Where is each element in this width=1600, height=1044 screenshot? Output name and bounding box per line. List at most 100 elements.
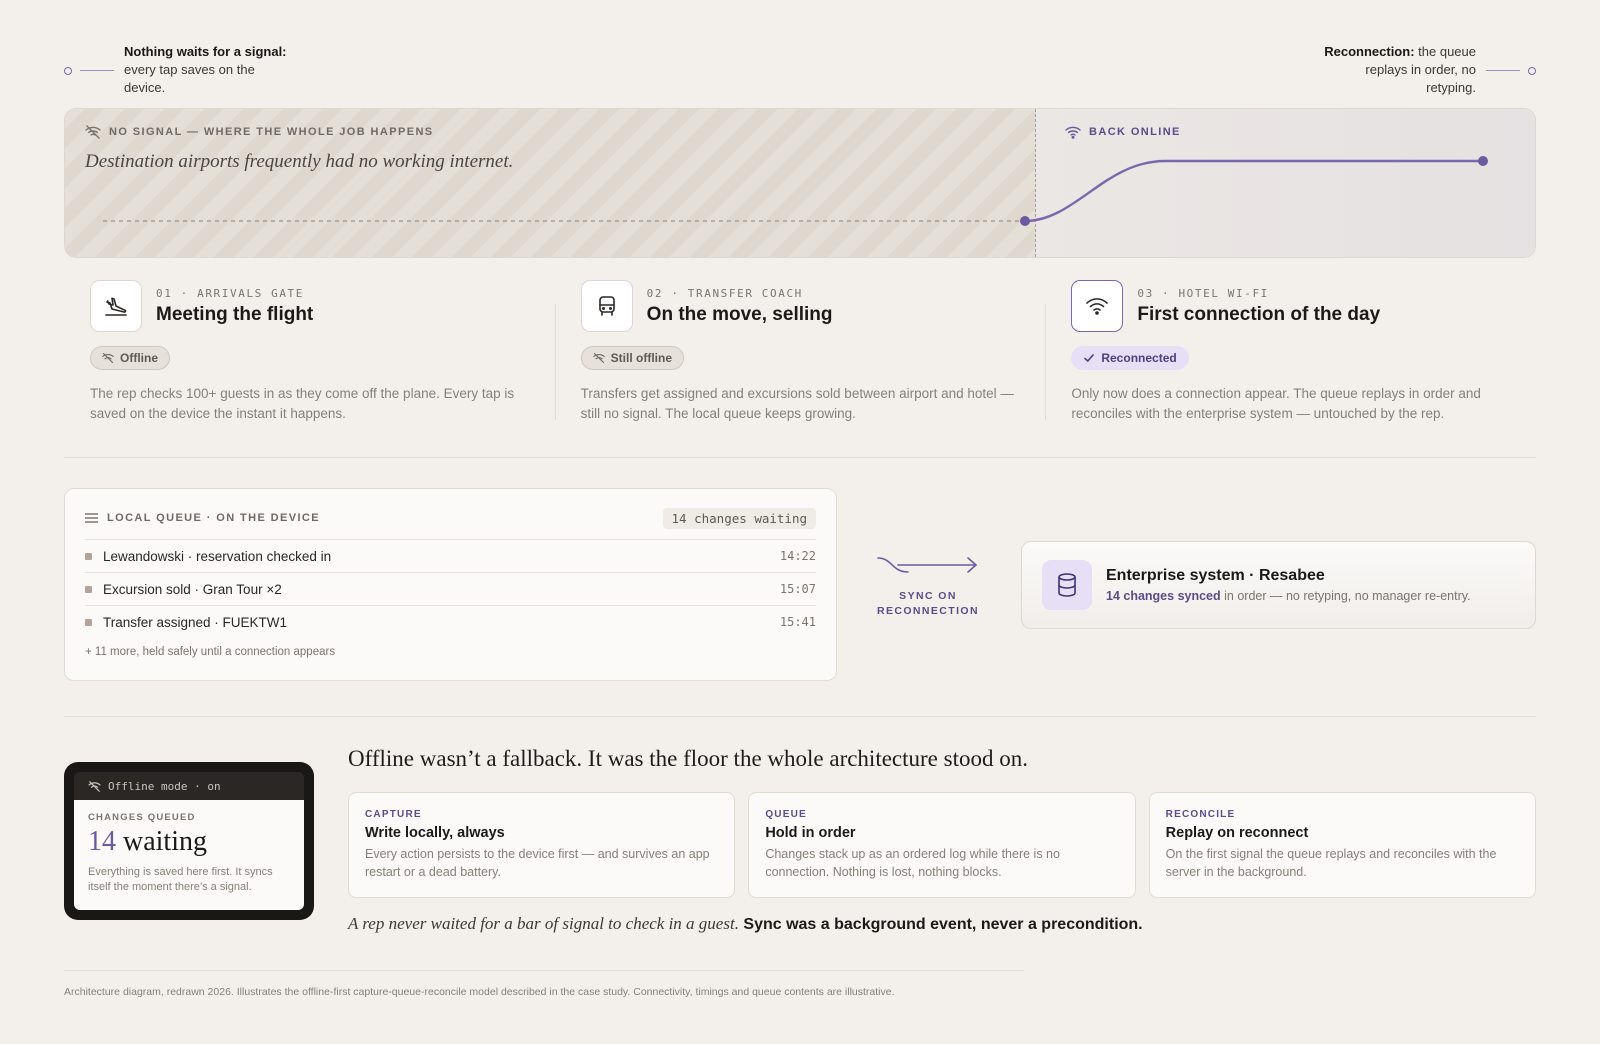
principle-card-queue: QUEUE Hold in order Changes stack up as … (748, 792, 1136, 898)
synced-count: 14 changes synced (1106, 589, 1221, 603)
check-icon (1084, 354, 1095, 362)
waiting-count: 14 waiting (88, 825, 290, 859)
annotation-dot (64, 67, 72, 75)
queue-more-note: + 11 more, held safely until a connectio… (85, 646, 336, 658)
no-signal-icon (592, 352, 605, 364)
stage-title: On the move, selling (646, 303, 833, 325)
list-item: Transfer assigned · FUEKTW1 15:41 (85, 605, 816, 638)
annotation-offline: Nothing waits for a signal: every tap sa… (64, 43, 294, 97)
queue-item-marker (85, 585, 92, 593)
online-end-point (1478, 156, 1488, 166)
principle-cards: CAPTURE Write locally, always Every acti… (348, 792, 1536, 898)
device-screen: CHANGES QUEUED 14 waiting Everything is … (74, 800, 304, 910)
device-mockup: Offline mode · on CHANGES QUEUED 14 wait… (64, 762, 314, 920)
stage-description: Transfers get assigned and excursions so… (580, 386, 1014, 421)
connectivity-timeline: NO SIGNAL — WHERE THE WHOLE JOB HAPPENS … (64, 108, 1536, 258)
database-icon (1042, 560, 1092, 610)
annotation-text: Reconnection: the queue replays in order… (1316, 43, 1476, 97)
queue-item-time: 14:22 (779, 549, 816, 563)
annotation-bold: Nothing waits for a signal: (124, 44, 287, 59)
journey-stages: 01 · ARRIVALS GATE Meeting the flight Of… (64, 280, 1536, 430)
enterprise-system-card: Enterprise system · Resabee 14 changes s… (1021, 541, 1536, 629)
no-signal-icon (102, 352, 114, 364)
wifi-icon (1071, 280, 1124, 332)
device-note: Everything is saved here first. It syncs… (88, 866, 273, 893)
queue-item-marker (85, 552, 92, 560)
waiting-word: waiting (116, 826, 207, 857)
annotation-body: every tap saves on the device. (124, 62, 255, 95)
queue-item-marker (85, 618, 92, 626)
sync-connector: SYNC ON RECONNECTION (868, 553, 988, 619)
card-kicker: QUEUE (765, 809, 807, 820)
tagline: A rep never waited for a bar of signal t… (348, 914, 1143, 934)
list-item: Excursion sold · Gran Tour ×2 15:07 (85, 572, 816, 605)
principle-card-capture: CAPTURE Write locally, always Every acti… (348, 792, 736, 898)
sync-label-line: SYNC ON (899, 590, 957, 602)
section-divider (64, 457, 1536, 458)
stage-kicker: 02 · TRANSFER COACH (646, 286, 803, 300)
local-queue-panel: LOCAL QUEUE · ON THE DEVICE 14 changes w… (64, 488, 837, 681)
card-title: Replay on reconnect (1165, 825, 1309, 841)
reconnect-point (1020, 216, 1030, 226)
stage-kicker: 03 · HOTEL WI-FI (1137, 286, 1269, 300)
card-description: Every action persists to the device firs… (365, 847, 710, 879)
section-divider (64, 716, 1536, 717)
changes-queued-label: CHANGES QUEUED (88, 812, 196, 823)
signal-path (103, 156, 1488, 226)
enterprise-title: Enterprise system · Resabee (1106, 567, 1325, 584)
card-description: On the first signal the queue replays an… (1165, 847, 1497, 879)
status-text: Offline (120, 351, 158, 365)
card-title: Write locally, always (365, 825, 505, 841)
status-badge: Still offline (580, 346, 685, 370)
status-badge: Reconnected (1071, 346, 1189, 370)
section-headline: Offline wasn’t a fallback. It was the fl… (348, 746, 1028, 771)
status-badge: Offline (90, 346, 170, 370)
waiting-number: 14 (88, 826, 116, 857)
stage-arrivals: 01 · ARRIVALS GATE Meeting the flight Of… (64, 280, 555, 430)
online-path-line (1024, 159, 1483, 223)
annotation-bold: Reconnection: (1324, 44, 1415, 59)
queue-count-badge: 14 changes waiting (662, 507, 816, 529)
card-description: Changes stack up as an ordered log while… (765, 847, 1060, 879)
annotation-line (80, 70, 114, 71)
no-signal-icon (88, 780, 101, 792)
footnote: Architecture diagram, redrawn 2026. Illu… (64, 986, 895, 998)
plane-landing-icon (90, 280, 142, 332)
status-text: Reconnected (1101, 351, 1177, 365)
queue-list: Lewandowski · reservation checked in 14:… (85, 539, 816, 638)
list-item: Lewandowski · reservation checked in 14:… (85, 539, 816, 572)
queue-item-label: Lewandowski · reservation checked in (103, 548, 332, 564)
queue-item-label: Transfer assigned · FUEKTW1 (103, 614, 288, 630)
synced-detail: in order — no retyping, no manager re-en… (1220, 589, 1471, 603)
sync-arrow-icon (877, 557, 978, 573)
tagline-bold: Sync was a background event, never a pre… (738, 916, 1143, 933)
offline-mode-text: Offline mode · on (108, 779, 221, 793)
card-kicker: CAPTURE (365, 809, 422, 820)
footer-divider (64, 970, 1024, 971)
annotation-line (1486, 70, 1520, 71)
annotation-dot (1528, 67, 1536, 75)
enterprise-subtitle: 14 changes synced in order — no retyping… (1106, 589, 1471, 603)
stage-transfer: 02 · TRANSFER COACH On the move, selling… (554, 280, 1046, 430)
card-title: Hold in order (765, 825, 856, 841)
queue-title-text: LOCAL QUEUE · ON THE DEVICE (107, 512, 320, 524)
queue-item-time: 15:41 (779, 615, 816, 629)
stage-kicker: 01 · ARRIVALS GATE (156, 286, 305, 300)
stage-title: Meeting the flight (156, 303, 314, 325)
queue-title: LOCAL QUEUE · ON THE DEVICE (85, 512, 320, 524)
stage-description: Only now does a connection appear. The q… (1071, 386, 1481, 421)
sync-label: SYNC ON RECONNECTION (868, 589, 988, 619)
sync-label-line: RECONNECTION (877, 605, 979, 617)
queue-item-label: Excursion sold · Gran Tour ×2 (103, 581, 282, 597)
stage-title: First connection of the day (1137, 303, 1381, 325)
list-icon (85, 513, 98, 523)
stage-hotel: 03 · HOTEL WI-FI First connection of the… (1045, 280, 1536, 430)
principle-card-reconcile: RECONCILE Replay on reconnect On the fir… (1148, 792, 1536, 898)
annotation-text: Nothing waits for a signal: every tap sa… (124, 43, 294, 97)
status-text: Still offline (610, 351, 673, 365)
annotation-reconnection: Reconnection: the queue replays in order… (1316, 43, 1536, 97)
bus-icon (580, 280, 633, 332)
tagline-italic: A rep never waited for a bar of signal t… (348, 914, 739, 933)
queue-item-time: 15:07 (779, 582, 816, 596)
device-status-bar: Offline mode · on (74, 772, 304, 800)
